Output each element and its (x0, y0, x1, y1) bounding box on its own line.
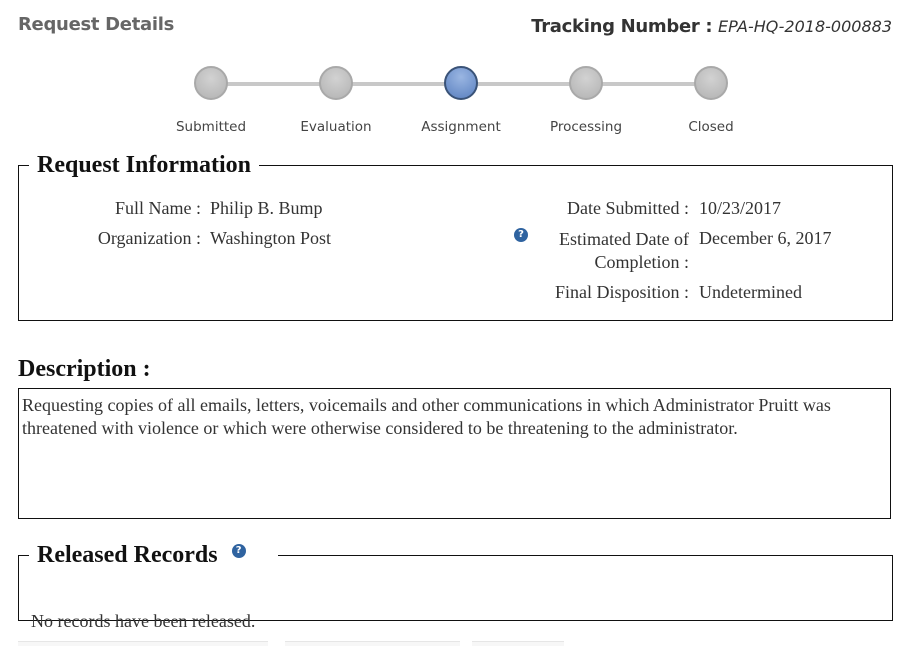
final-disposition-value: Undetermined (699, 282, 802, 302)
step-assignment: Assignment (401, 60, 521, 135)
organization-value: Washington Post (210, 228, 332, 248)
full-name-value: Philip B. Bump (210, 198, 323, 218)
no-records-message: No records have been released. (31, 611, 256, 631)
step-processing: Processing (526, 60, 646, 135)
released-records-section: Released Records ? No records have been … (18, 542, 893, 631)
description-text: Requesting copies of all emails, letters… (18, 388, 891, 519)
tracking-number-label: Tracking Number : (531, 16, 713, 37)
step-label: Assignment (421, 119, 501, 135)
step-dot-icon (569, 66, 603, 100)
step-label: Submitted (175, 119, 247, 135)
tracking-number: Tracking Number : EPA-HQ-2018-000883 (531, 16, 892, 37)
step-dot-active-icon (444, 66, 478, 100)
step-dot-icon (194, 66, 228, 100)
bottom-button-2[interactable] (285, 641, 460, 646)
estimated-completion-label-line2: Completion : (594, 252, 690, 272)
tracking-number-value: EPA-HQ-2018-000883 (718, 17, 892, 36)
estimated-completion-label-line1: Estimated Date of (559, 229, 689, 249)
question-circle-icon[interactable]: ? (231, 544, 246, 558)
step-dot-icon (319, 66, 353, 100)
step-label: Processing (549, 119, 623, 135)
progress-tracker: Submitted Evaluation Assignment Processi… (0, 60, 918, 140)
released-records-title: Released Records (37, 542, 218, 568)
released-records-legend: Released Records ? (29, 542, 278, 569)
step-submitted: Submitted (151, 60, 271, 135)
step-evaluation: Evaluation (276, 60, 396, 135)
step-label: Closed (688, 119, 734, 135)
bottom-button-3[interactable] (472, 641, 564, 646)
estimated-completion-value: December 6, 2017 (699, 228, 832, 248)
full-name-label: Full Name : (115, 198, 201, 218)
request-information-legend: Request Information (37, 152, 251, 178)
bottom-button-1[interactable] (18, 641, 268, 646)
organization-label: Organization : (97, 228, 201, 248)
date-submitted-label: Date Submitted : (567, 198, 689, 218)
estimated-completion-label: Estimated Date of Completion : (520, 228, 689, 274)
step-closed: Closed (651, 60, 771, 135)
step-dot-icon (694, 66, 728, 100)
description-title: Description : (18, 356, 151, 382)
final-disposition-label: Final Disposition : (554, 282, 689, 302)
page-title: Request Details (18, 14, 175, 35)
step-label: Evaluation (300, 119, 372, 135)
date-submitted-value: 10/23/2017 (699, 198, 782, 218)
